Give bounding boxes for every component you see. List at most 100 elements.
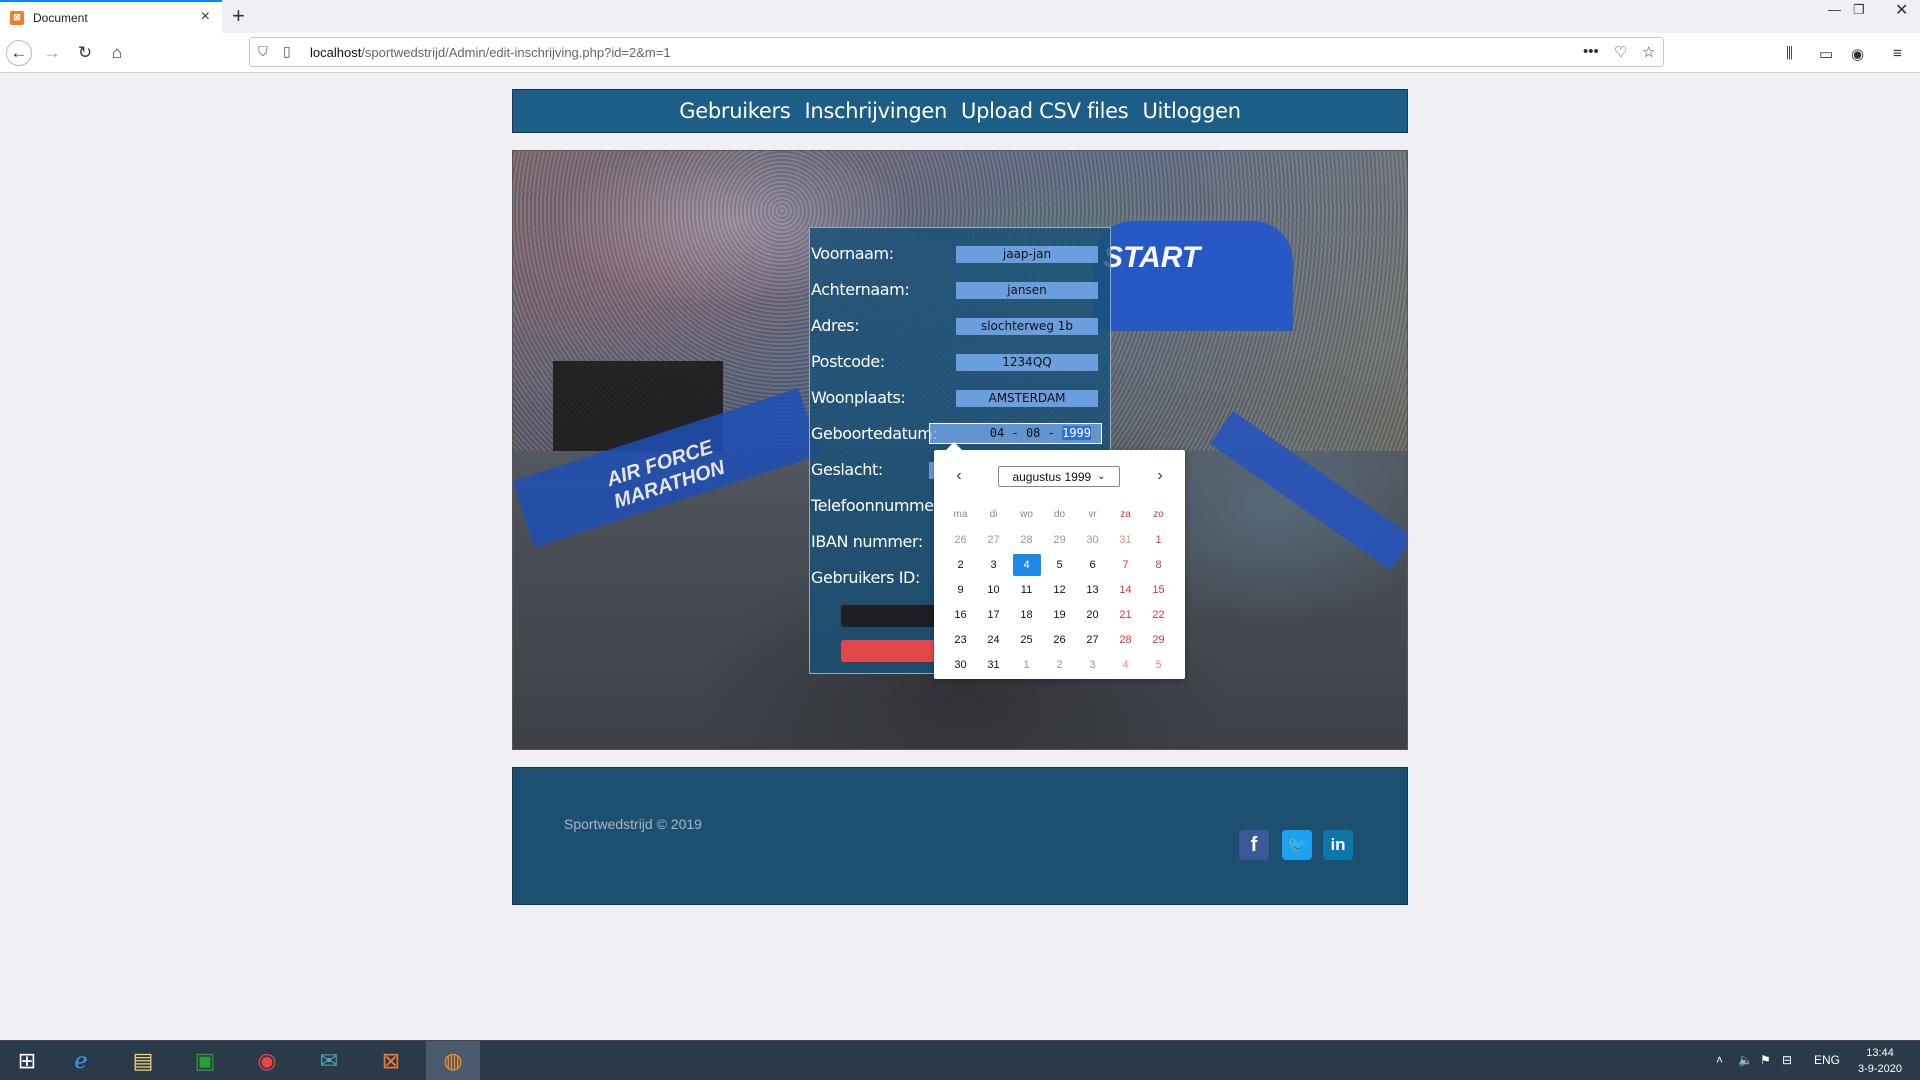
close-tab-icon[interactable]: × <box>201 8 210 26</box>
calendar-day[interactable]: 27 <box>1076 627 1109 652</box>
bookmark-star-icon[interactable]: ☆ <box>1642 43 1655 61</box>
internet-explorer-icon[interactable]: ℯ <box>54 1041 108 1080</box>
calendar-day[interactable]: 27 <box>977 527 1010 552</box>
calendar-day[interactable]: 21 <box>1109 602 1142 627</box>
calendar-day[interactable]: 8 <box>1142 552 1175 577</box>
page-actions-icon[interactable]: ••• <box>1583 43 1599 60</box>
month-year-select[interactable]: augustus 1999 ⌄ <box>998 466 1120 487</box>
restore-icon[interactable]: ❐ <box>1853 2 1865 18</box>
page-info-icon[interactable]: ▯ <box>283 43 291 60</box>
calendar-day[interactable]: 12 <box>1043 577 1076 602</box>
menu-icon[interactable]: ≡ <box>1893 45 1902 62</box>
nav-link-uitloggen[interactable]: Uitloggen <box>1142 99 1241 123</box>
calendar-day[interactable]: 9 <box>944 577 977 602</box>
label-gebruikers-id: Gebruikers ID: <box>811 568 920 587</box>
language-indicator[interactable]: ENG <box>1814 1053 1840 1067</box>
twitter-icon[interactable]: 🐦 <box>1282 830 1312 860</box>
browser-tab[interactable]: ⊠ Document × <box>0 0 222 33</box>
calendar-day[interactable]: 3 <box>977 552 1010 577</box>
input-adres[interactable]: slochterweg 1b <box>956 318 1098 335</box>
back-icon[interactable]: ← <box>6 40 32 66</box>
input-voornaam[interactable]: jaap-jan <box>956 246 1098 263</box>
network-icon[interactable]: ⊟ <box>1782 1053 1792 1067</box>
input-geboortedatum[interactable]: 04 - 08 - 1999 <box>929 423 1102 444</box>
window-close-icon[interactable]: ✕ <box>1895 0 1908 20</box>
calendar-day-selected[interactable]: 4 <box>1010 552 1043 577</box>
calendar-day[interactable]: 10 <box>977 577 1010 602</box>
calendar-day[interactable]: 28 <box>1109 627 1142 652</box>
calendar-day[interactable]: 23 <box>944 627 977 652</box>
input-woonplaats[interactable]: AMSTERDAM <box>956 390 1098 407</box>
sidebar-icon[interactable]: ▭ <box>1819 45 1833 63</box>
calendar-day[interactable]: 22 <box>1142 602 1175 627</box>
address-bar[interactable]: ⛉ ▯ localhost/sportwedstrijd/Admin/edit-… <box>249 37 1664 67</box>
calendar-day[interactable]: 6 <box>1076 552 1109 577</box>
forward-icon[interactable]: → <box>39 40 65 66</box>
thunderbird-icon[interactable]: ✉ <box>302 1041 356 1080</box>
calendar-day[interactable]: 2 <box>1043 652 1076 677</box>
chrome-icon[interactable]: ◉ <box>240 1041 294 1080</box>
calendar-day[interactable]: 4 <box>1109 652 1142 677</box>
volume-icon[interactable]: 🔈 <box>1738 1053 1753 1067</box>
linkedin-icon[interactable]: in <box>1323 830 1353 860</box>
label-adres: Adres: <box>811 316 860 335</box>
next-month-icon[interactable]: › <box>1150 466 1170 486</box>
calendar-day[interactable]: 19 <box>1043 602 1076 627</box>
calendar-day[interactable]: 28 <box>1010 527 1043 552</box>
calendar-day[interactable]: 31 <box>1109 527 1142 552</box>
new-tab-icon[interactable]: + <box>232 3 245 29</box>
weekday-header: wo <box>1020 509 1033 520</box>
calendar-day[interactable]: 5 <box>1043 552 1076 577</box>
calendar-day[interactable]: 24 <box>977 627 1010 652</box>
nav-link-gebruikers[interactable]: Gebruikers <box>679 99 791 123</box>
tracking-shield-icon[interactable]: ⛉ <box>258 44 268 60</box>
calendar-day[interactable]: 20 <box>1076 602 1109 627</box>
calendar-day[interactable]: 5 <box>1142 652 1175 677</box>
calendar-day[interactable]: 25 <box>1010 627 1043 652</box>
weekday-header: vr <box>1088 509 1097 520</box>
calendar-day[interactable]: 7 <box>1109 552 1142 577</box>
calendar-day[interactable]: 13 <box>1076 577 1109 602</box>
label-postcode: Postcode: <box>811 352 885 371</box>
url-text[interactable]: localhost/sportwedstrijd/Admin/edit-insc… <box>310 45 671 60</box>
calendar-day[interactable]: 29 <box>1043 527 1076 552</box>
minimize-icon[interactable]: — <box>1828 2 1841 17</box>
calendar-day[interactable]: 16 <box>944 602 977 627</box>
reload-icon[interactable]: ↻ <box>72 40 98 66</box>
facebook-icon[interactable]: f <box>1239 830 1269 860</box>
system-clock[interactable]: 13:44 3-9-2020 <box>1858 1045 1902 1077</box>
calendar-day[interactable]: 11 <box>1010 577 1043 602</box>
firefox-icon[interactable]: ◍ <box>426 1041 480 1080</box>
input-postcode[interactable]: 1234QQ <box>956 354 1098 371</box>
calendar-day[interactable]: 15 <box>1142 577 1175 602</box>
month-year-label: augustus 1999 <box>1012 469 1092 484</box>
input-achternaam[interactable]: jansen <box>956 282 1098 299</box>
calendar-day[interactable]: 17 <box>977 602 1010 627</box>
windows-start-icon[interactable]: ⊞ <box>0 1041 54 1080</box>
action-center-flag-icon[interactable]: ⚑ <box>1760 1053 1771 1067</box>
file-explorer-icon[interactable]: ▤ <box>116 1041 170 1080</box>
calendar-day[interactable]: 30 <box>1076 527 1109 552</box>
previous-month-icon[interactable]: ‹ <box>949 466 969 486</box>
calendar-day[interactable]: 1 <box>1142 527 1175 552</box>
calendar-day[interactable]: 30 <box>944 652 977 677</box>
home-icon[interactable]: ⌂ <box>104 40 130 66</box>
calendar-day[interactable]: 29 <box>1142 627 1175 652</box>
field-adres: Adres: slochterweg 1b <box>810 314 1112 338</box>
nav-link-upload-csv[interactable]: Upload CSV files <box>961 99 1129 123</box>
calendar-day[interactable]: 31 <box>977 652 1010 677</box>
calendar-day[interactable]: 26 <box>944 527 977 552</box>
calendar-day[interactable]: 2 <box>944 552 977 577</box>
calendar-day[interactable]: 14 <box>1109 577 1142 602</box>
calendar-day[interactable]: 26 <box>1043 627 1076 652</box>
account-icon[interactable]: ◉ <box>1851 45 1864 63</box>
library-icon[interactable]: ⫼ <box>1786 45 1793 62</box>
calendar-day[interactable]: 18 <box>1010 602 1043 627</box>
store-icon[interactable]: ▣ <box>178 1041 232 1080</box>
xampp-icon[interactable]: ⊠ <box>364 1041 418 1080</box>
nav-link-inschrijvingen[interactable]: Inschrijvingen <box>804 99 947 123</box>
tray-overflow-icon[interactable]: ˄ <box>1716 1053 1723 1067</box>
calendar-day[interactable]: 3 <box>1076 652 1109 677</box>
calendar-day[interactable]: 1 <box>1010 652 1043 677</box>
pocket-icon[interactable]: ♡ <box>1614 43 1627 61</box>
